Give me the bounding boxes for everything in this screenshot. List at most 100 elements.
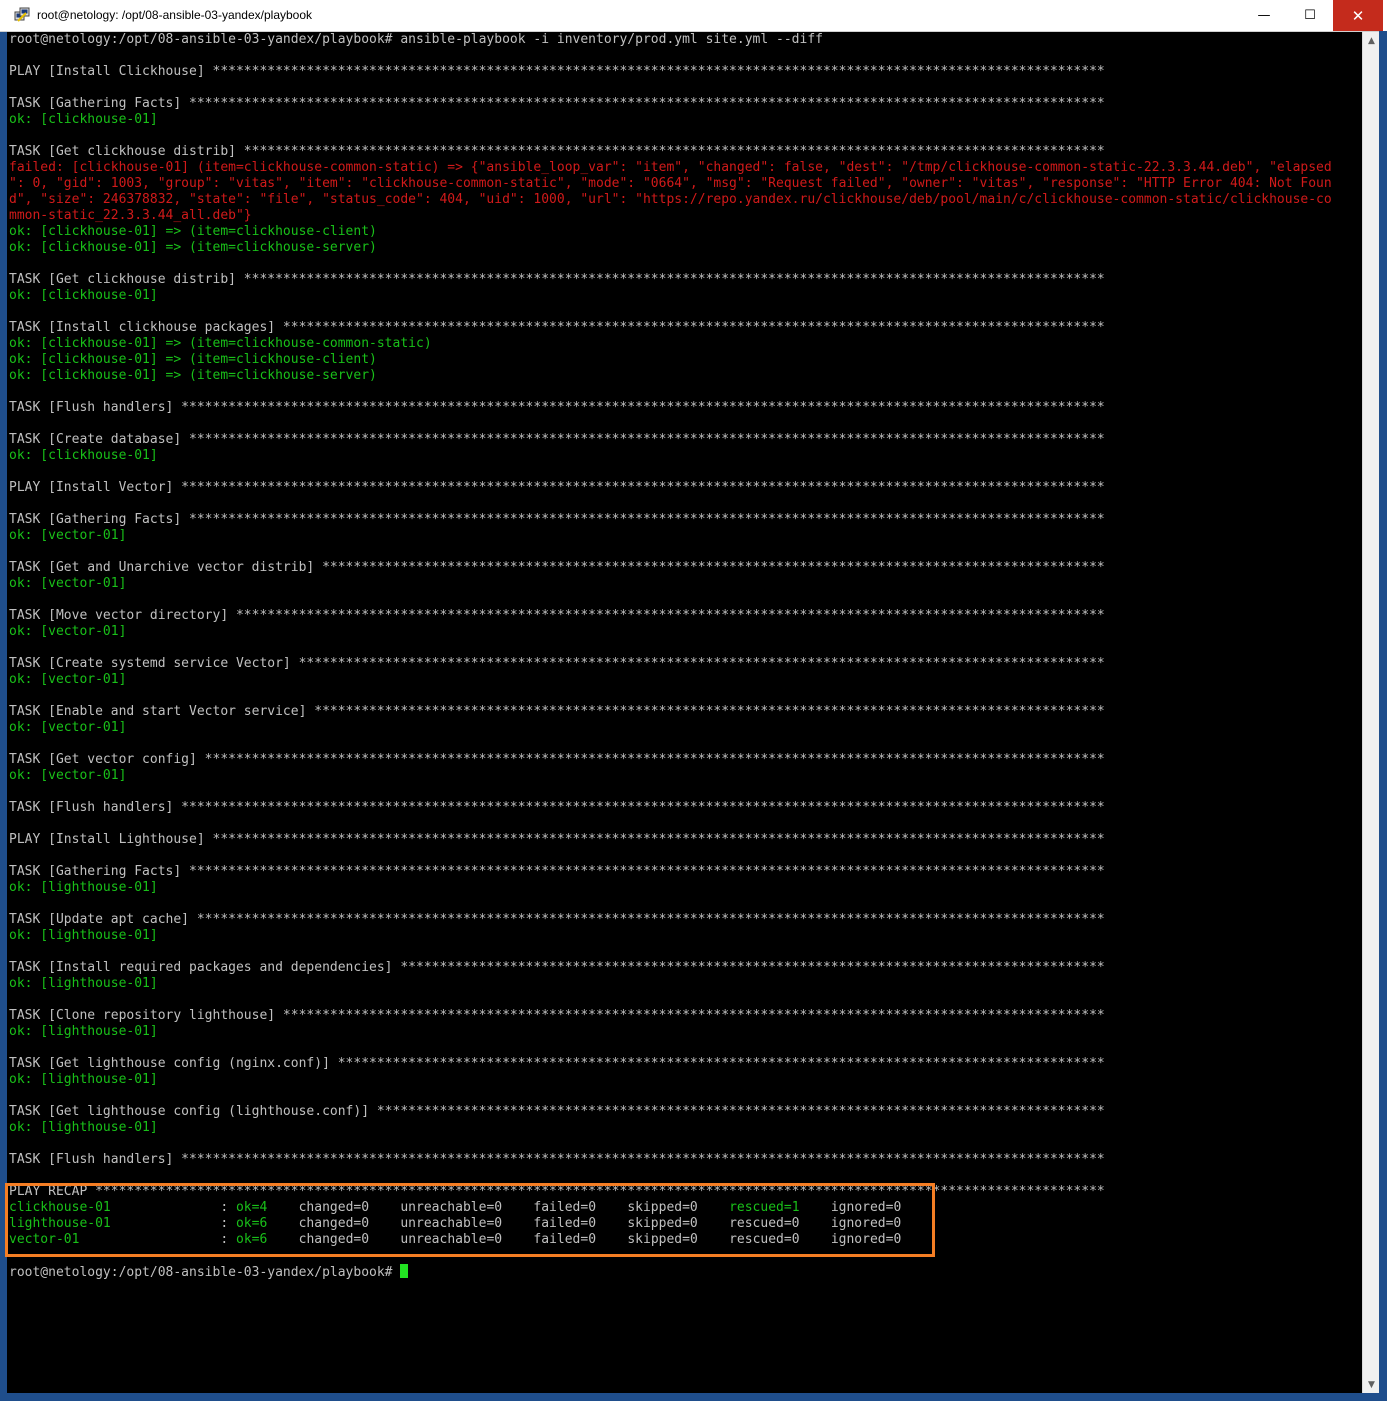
terminal-line: TASK [Get clickhouse distrib] **********… xyxy=(9,272,1105,288)
close-button[interactable]: ✕ xyxy=(1333,0,1383,31)
terminal-line: TASK [Get lighthouse config (lighthouse.… xyxy=(9,1104,1105,1120)
terminal-text: ok: [clickhouse-01] => (item=clickhouse-… xyxy=(9,352,377,367)
terminal-text: TASK [Get clickhouse distrib] **********… xyxy=(9,144,1105,159)
terminal-line: ok: [vector-01] xyxy=(9,528,126,544)
terminal-line: ok: [vector-01] xyxy=(9,624,126,640)
terminal-text: ok: [lighthouse-01] xyxy=(9,1120,158,1135)
terminal-text: root@netology:/opt/08-ansible-03-yandex/… xyxy=(9,32,823,47)
terminal-line: TASK [Get lighthouse config (nginx.conf)… xyxy=(9,1056,1105,1072)
terminal-text: d", "size": 246378832, "state": "file", … xyxy=(9,192,1332,207)
terminal-line: ok: [vector-01] xyxy=(9,672,126,688)
terminal-text: ok: [clickhouse-01] xyxy=(9,112,158,127)
terminal-text: ok: [clickhouse-01] xyxy=(9,288,158,303)
terminal-text: TASK [Gathering Facts] *****************… xyxy=(9,96,1105,111)
play-recap-highlight xyxy=(5,1183,935,1257)
maximize-button[interactable]: ☐ xyxy=(1287,0,1333,31)
terminal-text: ok: [lighthouse-01] xyxy=(9,976,158,991)
terminal-line: TASK [Flush handlers] ******************… xyxy=(9,1152,1105,1168)
scroll-down-icon[interactable]: ▼ xyxy=(1363,1376,1380,1393)
terminal-text: failed: [clickhouse-01] (item=clickhouse… xyxy=(9,160,1332,175)
terminal-text: TASK [Get clickhouse distrib] **********… xyxy=(9,272,1105,287)
terminal-text: TASK [Gathering Facts] *****************… xyxy=(9,864,1105,879)
minimize-button[interactable]: — xyxy=(1241,0,1287,31)
terminal-line: TASK [Install clickhouse packages] *****… xyxy=(9,320,1105,336)
window-border-right xyxy=(1379,31,1387,1401)
terminal-line: ok: [vector-01] xyxy=(9,720,126,736)
scroll-up-icon[interactable]: ▲ xyxy=(1363,32,1380,49)
terminal-line: ok: [lighthouse-01] xyxy=(9,1024,158,1040)
terminal-text: ok: [lighthouse-01] xyxy=(9,880,158,895)
terminal-line: PLAY [Install Vector] ******************… xyxy=(9,480,1105,496)
terminal-text: TASK [Create database] *****************… xyxy=(9,432,1105,447)
terminal-line: TASK [Flush handlers] ******************… xyxy=(9,800,1105,816)
terminal-line: ok: [clickhouse-01] => (item=clickhouse-… xyxy=(9,240,377,256)
terminal-line: TASK [Gathering Facts] *****************… xyxy=(9,96,1105,112)
terminal-line: ok: [lighthouse-01] xyxy=(9,880,158,896)
terminal-line: TASK [Update apt cache] ****************… xyxy=(9,912,1105,928)
terminal-line: failed: [clickhouse-01] (item=clickhouse… xyxy=(9,160,1332,176)
terminal-line: ": 0, "gid": 1003, "group": "vitas", "it… xyxy=(9,176,1332,192)
terminal-line: TASK [Gathering Facts] *****************… xyxy=(9,864,1105,880)
terminal-line: TASK [Get vector config] ***************… xyxy=(9,752,1105,768)
terminal-line: TASK [Create systemd service Vector] ***… xyxy=(9,656,1105,672)
terminal-line: ok: [lighthouse-01] xyxy=(9,928,158,944)
terminal-line: ok: [vector-01] xyxy=(9,576,126,592)
terminal-text: ok: [vector-01] xyxy=(9,672,127,687)
terminal-text: ok: [vector-01] xyxy=(9,720,127,735)
maximize-icon: ☐ xyxy=(1304,8,1316,23)
terminal-text: TASK [Get and Unarchive vector distrib] … xyxy=(9,560,1105,575)
terminal-text: TASK [Install required packages and depe… xyxy=(9,960,1105,975)
terminal-line: d", "size": 246378832, "state": "file", … xyxy=(9,192,1332,208)
terminal-line: TASK [Enable and start Vector service] *… xyxy=(9,704,1105,720)
window-border-bottom xyxy=(0,1393,1387,1401)
terminal-text: TASK [Gathering Facts] *****************… xyxy=(9,512,1105,527)
terminal-text: TASK [Create systemd service Vector] ***… xyxy=(9,656,1105,671)
terminal-text: TASK [Get vector config] ***************… xyxy=(9,752,1105,767)
terminal-text: TASK [Install clickhouse packages] *****… xyxy=(9,320,1105,335)
terminal-text: TASK [Move vector directory] ***********… xyxy=(9,608,1105,623)
terminal-line: TASK [Flush handlers] ******************… xyxy=(9,400,1105,416)
terminal-text: ok: [vector-01] xyxy=(9,624,127,639)
terminal-line: ok: [vector-01] xyxy=(9,768,126,784)
terminal-text: PLAY [Install Vector] ******************… xyxy=(9,480,1105,495)
scrollbar-thumb[interactable] xyxy=(1365,50,1377,1374)
terminal-text: ok: [vector-01] xyxy=(9,576,127,591)
terminal-text: TASK [Flush handlers] ******************… xyxy=(9,1152,1105,1167)
terminal-text: root@netology:/opt/08-ansible-03-yandex/… xyxy=(9,1265,401,1280)
terminal-line: PLAY [Install Lighthouse] **************… xyxy=(9,832,1105,848)
terminal-text: TASK [Get lighthouse config (nginx.conf)… xyxy=(9,1056,1105,1071)
vertical-scrollbar[interactable]: ▲ ▼ xyxy=(1362,32,1380,1393)
terminal-text: TASK [Clone repository lighthouse] *****… xyxy=(9,1008,1105,1023)
terminal-text: ok: [clickhouse-01] => (item=clickhouse-… xyxy=(9,224,377,239)
terminal-line: ok: [clickhouse-01] xyxy=(9,448,158,464)
terminal-line: TASK [Get and Unarchive vector distrib] … xyxy=(9,560,1105,576)
terminal-line: TASK [Get clickhouse distrib] **********… xyxy=(9,144,1105,160)
terminal-line: root@netology:/opt/08-ansible-03-yandex/… xyxy=(9,32,823,48)
terminal-text: ": 0, "gid": 1003, "group": "vitas", "it… xyxy=(9,176,1332,191)
terminal-line: TASK [Move vector directory] ***********… xyxy=(9,608,1105,624)
terminal-text: TASK [Enable and start Vector service] *… xyxy=(9,704,1105,719)
terminal-text: TASK [Update apt cache] ****************… xyxy=(9,912,1105,927)
terminal-text: mmon-static_22.3.3.44_all.deb"} xyxy=(9,208,252,223)
putty-icon xyxy=(14,7,30,22)
terminal-line: ok: [clickhouse-01] => (item=clickhouse-… xyxy=(9,368,377,384)
terminal-text: PLAY [Install Clickhouse] **************… xyxy=(9,64,1105,79)
title-bar[interactable]: root@netology: /opt/08-ansible-03-yandex… xyxy=(0,0,1387,32)
terminal-line: root@netology:/opt/08-ansible-03-yandex/… xyxy=(9,1264,409,1280)
terminal-line: ok: [lighthouse-01] xyxy=(9,1072,158,1088)
terminal-text: TASK [Get lighthouse config (lighthouse.… xyxy=(9,1104,1105,1119)
terminal-text: TASK [Flush handlers] ******************… xyxy=(9,400,1105,415)
close-icon: ✕ xyxy=(1351,6,1365,25)
window-title: root@netology: /opt/08-ansible-03-yandex… xyxy=(37,8,313,22)
terminal-line: mmon-static_22.3.3.44_all.deb"} xyxy=(9,208,252,224)
terminal-text: ok: [vector-01] xyxy=(9,768,127,783)
terminal-line: PLAY [Install Clickhouse] **************… xyxy=(9,64,1105,80)
terminal-text: PLAY [Install Lighthouse] **************… xyxy=(9,832,1105,847)
terminal-line: ok: [clickhouse-01] => (item=clickhouse-… xyxy=(9,336,432,352)
terminal-text: ok: [clickhouse-01] => (item=clickhouse-… xyxy=(9,368,377,383)
terminal-text: ok: [lighthouse-01] xyxy=(9,928,158,943)
terminal-line: TASK [Create database] *****************… xyxy=(9,432,1105,448)
terminal-line: ok: [clickhouse-01] => (item=clickhouse-… xyxy=(9,224,377,240)
terminal-line: ok: [clickhouse-01] xyxy=(9,288,158,304)
terminal-text: ok: [lighthouse-01] xyxy=(9,1024,158,1039)
